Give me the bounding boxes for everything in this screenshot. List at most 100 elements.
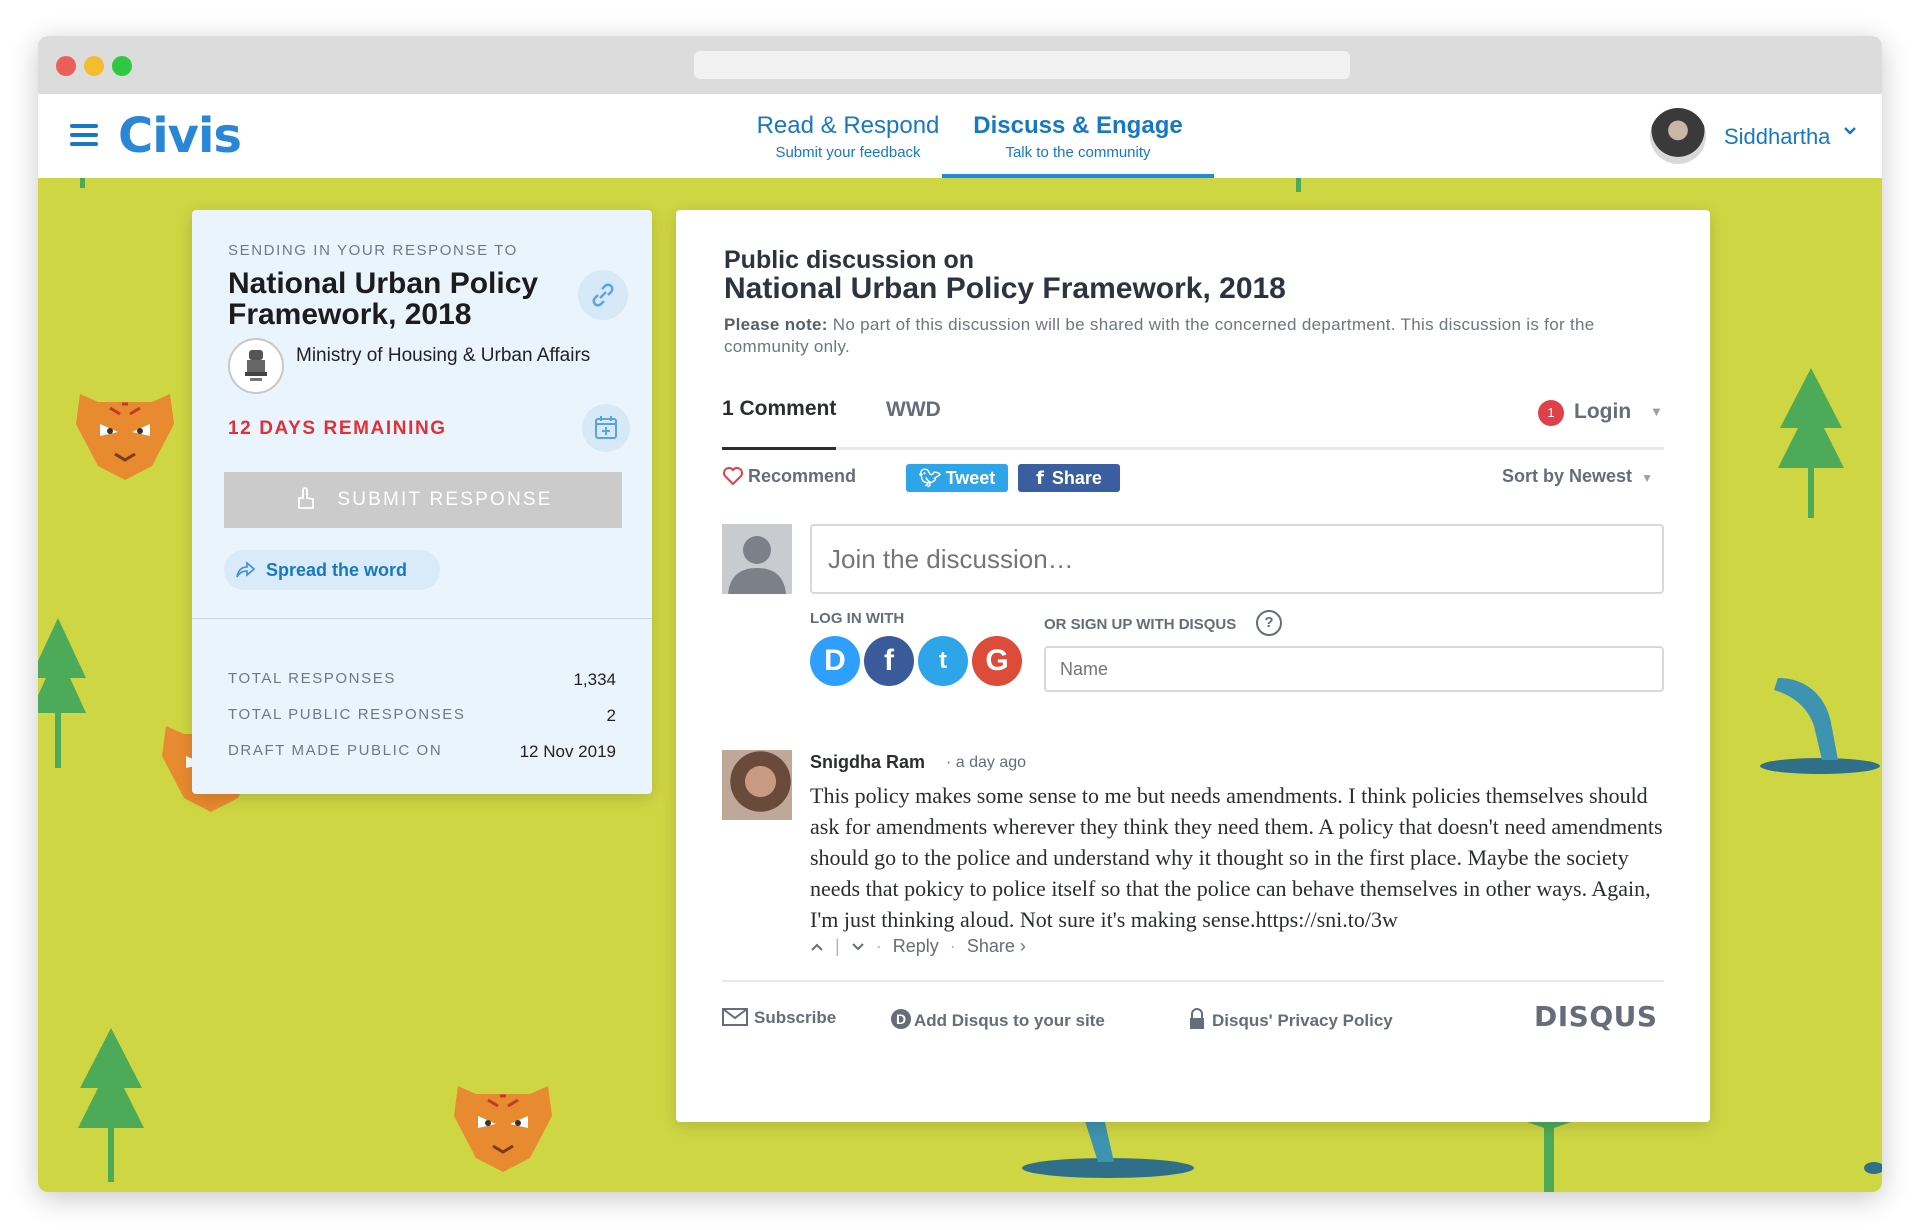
nav-tab-subtitle: Submit your feedback <box>775 144 921 161</box>
hamburger-menu-icon[interactable] <box>70 124 98 146</box>
sort-label: Sort by Newest <box>1502 466 1633 486</box>
submit-response-button[interactable]: SUBMIT RESPONSE <box>224 472 622 528</box>
browser-titlebar <box>38 36 1882 94</box>
app-header: Civis Read & Respond Submit your feedbac… <box>38 94 1882 179</box>
note-label: Please note: <box>724 315 828 334</box>
add-disqus-link[interactable]: D Add Disqus to your site <box>890 1008 1105 1031</box>
minimize-window-dot[interactable] <box>84 56 104 76</box>
add-disqus-label: Add Disqus to your site <box>914 1011 1105 1030</box>
guest-avatar <box>722 524 792 594</box>
upvote-icon[interactable] <box>810 936 829 956</box>
nav-tab-read-respond[interactable]: Read & Respond Submit your feedback <box>738 112 958 161</box>
nav-tab-discuss-engage[interactable]: Discuss & Engage Talk to the community <box>958 112 1198 161</box>
privacy-policy-label: Disqus' Privacy Policy <box>1212 1011 1393 1030</box>
illustrated-background: SENDING IN YOUR RESPONSE TO National Urb… <box>38 178 1882 1192</box>
separator: | <box>835 936 840 956</box>
add-to-calendar-button[interactable] <box>582 404 630 452</box>
name-input[interactable] <box>1044 646 1664 692</box>
lock-icon <box>1190 1008 1204 1029</box>
tab-community[interactable]: WWD <box>886 398 941 422</box>
dolphin-illustration-icon <box>1022 1118 1194 1178</box>
tweet-button[interactable]: 🐦︎ Tweet <box>906 464 1008 492</box>
nav-tab-subtitle: Talk to the community <box>1005 144 1151 161</box>
tree-illustration-icon <box>38 618 86 768</box>
policy-title: National Urban Policy Framework, 2018 <box>228 267 539 331</box>
dolphin-illustration-icon <box>1864 1162 1882 1174</box>
tree-illustration-icon <box>1778 368 1844 518</box>
copy-link-button[interactable] <box>578 270 628 320</box>
comment-share-link[interactable]: Share › <box>967 936 1026 956</box>
facebook-login-button[interactable]: f <box>864 636 914 686</box>
facebook-icon: f <box>1036 468 1044 489</box>
commenter-avatar[interactable] <box>722 750 792 820</box>
stat-label: TOTAL RESPONSES <box>228 670 396 687</box>
comment-body: This policy makes some sense to me but n… <box>810 783 1663 932</box>
discussion-card: Public discussion on National Urban Poli… <box>676 210 1710 1122</box>
caret-down-icon: ▼ <box>1641 471 1653 485</box>
tiger-illustration-icon <box>454 1086 552 1172</box>
disqus-d-icon: D <box>891 1009 911 1029</box>
subscribe-label: Subscribe <box>754 1008 837 1027</box>
disqus-login-button[interactable]: D <box>810 636 860 686</box>
notification-badge[interactable]: 1 <box>1538 400 1564 426</box>
google-login-button[interactable]: G <box>972 636 1022 686</box>
subscribe-link[interactable]: Subscribe <box>722 1008 836 1028</box>
caret-down-icon[interactable]: ▼ <box>1650 404 1663 419</box>
stat-value: 2 <box>606 706 616 725</box>
join-discussion-input[interactable] <box>810 524 1664 594</box>
help-icon[interactable]: ? <box>1256 610 1282 636</box>
chevron-down-icon[interactable] <box>1842 122 1858 143</box>
tiger-illustration-icon <box>76 394 174 480</box>
privacy-policy-link[interactable]: Disqus' Privacy Policy <box>1188 1008 1393 1031</box>
hand-pointer-icon <box>298 487 315 509</box>
tab-comments[interactable]: 1 Comment <box>722 398 837 450</box>
address-bar[interactable] <box>694 51 1350 79</box>
login-menu[interactable]: Login <box>1574 400 1631 424</box>
days-remaining: 12 DAYS REMAINING <box>228 418 447 439</box>
discussion-heading-large: National Urban Policy Framework, 2018 <box>724 272 1286 305</box>
close-window-dot[interactable] <box>56 56 76 76</box>
twitter-bird-icon: 🐦︎ <box>918 468 942 488</box>
browser-window: Civis Read & Respond Submit your feedbac… <box>38 36 1882 1192</box>
reply-link[interactable]: Reply <box>893 936 939 956</box>
stat-label: DRAFT MADE PUBLIC ON <box>228 742 443 759</box>
maximize-window-dot[interactable] <box>112 56 132 76</box>
recommend-button[interactable]: Recommend <box>722 466 856 487</box>
divider <box>192 618 652 619</box>
comment-author[interactable]: Snigdha Ram <box>810 752 925 773</box>
user-avatar[interactable] <box>1650 108 1706 164</box>
envelope-icon <box>722 1008 748 1026</box>
discussion-note: Please note: No part of this discussion … <box>724 314 1664 358</box>
discussion-heading-small: Public discussion on <box>724 246 975 274</box>
footer-divider <box>722 980 1664 982</box>
disqus-logo[interactable]: DISQUS <box>1534 1000 1658 1033</box>
civis-logo[interactable]: Civis <box>118 108 242 164</box>
user-name[interactable]: Siddhartha <box>1724 124 1830 150</box>
svg-text:D: D <box>896 1011 906 1027</box>
ministry-name: Ministry of Housing & Urban Affairs <box>296 345 591 366</box>
facebook-share-button[interactable]: f Share <box>1018 464 1120 492</box>
response-summary-card: SENDING IN YOUR RESPONSE TO National Urb… <box>192 210 652 794</box>
dolphin-illustration-icon <box>1760 678 1880 774</box>
calendar-icon <box>595 416 617 439</box>
downvote-icon[interactable] <box>851 936 870 956</box>
tree-illustration-icon <box>78 1028 144 1182</box>
comment-timestamp[interactable]: · a day ago <box>946 754 1026 772</box>
share-arrow-icon <box>236 561 256 578</box>
sending-label: SENDING IN YOUR RESPONSE TO <box>228 242 518 259</box>
heart-icon <box>723 467 743 486</box>
sort-dropdown[interactable]: Sort by Newest ▼ <box>1502 466 1653 487</box>
tweet-label: Tweet <box>945 468 996 488</box>
twitter-login-button[interactable]: t <box>918 636 968 686</box>
spread-the-word-button[interactable]: Spread the word <box>224 550 440 590</box>
separator: · <box>875 936 882 956</box>
log-in-with-label: LOG IN WITH <box>810 610 905 627</box>
nav-tab-title: Discuss & Engage <box>973 112 1183 139</box>
submit-response-label: SUBMIT RESPONSE <box>337 489 553 510</box>
disqus-tabs: 1 Comment WWD 1 Login ▼ <box>722 398 1664 450</box>
user-silhouette-icon <box>728 536 786 594</box>
stat-value: 12 Nov 2019 <box>519 742 616 761</box>
stat-value: 1,334 <box>573 670 616 689</box>
tree-illustration-icon <box>1516 1118 1582 1192</box>
separator: · <box>949 936 956 956</box>
